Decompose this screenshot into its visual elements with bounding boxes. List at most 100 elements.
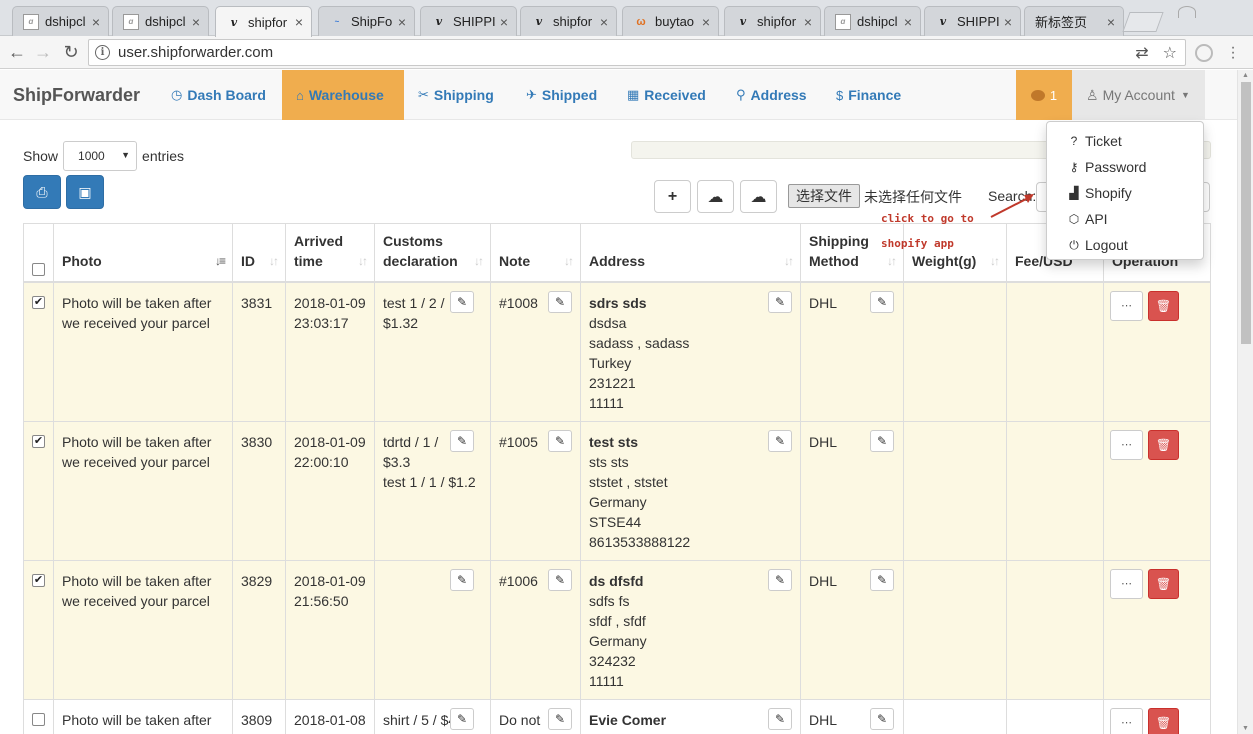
close-tab-icon[interactable]: ×	[1107, 14, 1115, 30]
cloud-upload-button[interactable]: ☁	[740, 180, 777, 213]
edit-button[interactable]: ✎	[450, 568, 474, 591]
close-tab-icon[interactable]: ×	[804, 14, 812, 30]
scroll-down-icon[interactable]: ▼	[1242, 725, 1249, 732]
nav-warehouse[interactable]: ⌂ Warehouse	[282, 70, 404, 120]
photo-cell: Photo will be taken after we received yo…	[53, 420, 233, 561]
browser-tab[interactable]: v SHIPPI ×	[420, 6, 517, 36]
nav-dashboard[interactable]: ◷ Dash Board	[157, 70, 280, 120]
close-tab-icon[interactable]: ×	[92, 14, 100, 30]
comment-button[interactable]: ⋯	[1110, 707, 1143, 734]
nav-received[interactable]: ▦ Received	[613, 70, 720, 120]
my-account-dropdown[interactable]: ♙ My Account ▼	[1072, 70, 1205, 120]
header-photo[interactable]: Photo ↓≡	[53, 223, 233, 283]
edit-button[interactable]: ✎	[548, 429, 572, 452]
add-button[interactable]: +	[654, 180, 691, 213]
browser-tab[interactable]: v SHIPPI ×	[924, 6, 1021, 36]
comment-button[interactable]: ⋯	[1110, 290, 1143, 321]
browser-tab[interactable]: v shipfor ×	[215, 6, 312, 37]
comment-button[interactable]: ⋯	[1110, 429, 1143, 460]
browser-menu-icon[interactable]: · · ·	[1228, 40, 1238, 66]
close-tab-icon[interactable]: ×	[295, 14, 303, 30]
nav-shipping-label: Shipping	[433, 87, 494, 103]
browser-tab[interactable]: 新标签页 ×	[1024, 6, 1124, 36]
scroll-up-icon[interactable]: ▲	[1242, 72, 1249, 79]
nav-finance[interactable]: $ Finance	[822, 70, 915, 120]
close-tab-icon[interactable]: ×	[1004, 14, 1012, 30]
close-tab-icon[interactable]: ×	[192, 14, 200, 30]
browser-tab[interactable]: ~ ShipFo ×	[318, 6, 415, 36]
delete-button[interactable]: 🗑	[1148, 568, 1179, 599]
forward-arrow-icon[interactable]: →	[32, 41, 54, 63]
back-arrow-icon[interactable]: ←	[6, 41, 28, 63]
edit-button[interactable]: ✎	[548, 290, 572, 313]
nav-address[interactable]: ⚲ Address	[722, 70, 821, 120]
edit-button[interactable]: ✎	[768, 707, 792, 730]
select-all-checkbox[interactable]	[32, 262, 45, 276]
cloud-download-button[interactable]: ☁	[697, 180, 734, 213]
menu-item-shopify[interactable]: ▟ Shopify	[1047, 180, 1203, 206]
menu-item-password[interactable]: ⚷ Password	[1047, 154, 1203, 180]
entries-select[interactable]: 1000 ▼	[63, 141, 138, 171]
row-checkbox[interactable]: ✔	[32, 295, 45, 309]
scrollbar-thumb[interactable]	[1241, 82, 1251, 344]
edit-button[interactable]: ✎	[870, 290, 894, 313]
extension-icon[interactable]	[1195, 44, 1213, 62]
new-tab-button[interactable]	[1122, 12, 1164, 32]
menu-item-logout[interactable]: ⏻ Logout	[1047, 232, 1203, 258]
arrived-time: 2018-01-09 22:00:10	[294, 433, 366, 470]
close-tab-icon[interactable]: ×	[904, 14, 912, 30]
edit-button[interactable]: ✎	[450, 707, 474, 730]
close-tab-icon[interactable]: ×	[600, 14, 608, 30]
reload-icon[interactable]: ↻	[60, 41, 82, 63]
close-tab-icon[interactable]: ×	[398, 14, 406, 30]
page-scrollbar[interactable]: ▲ ▼	[1237, 70, 1253, 734]
edit-button[interactable]: ✎	[870, 429, 894, 452]
delete-button[interactable]: 🗑	[1148, 429, 1179, 460]
edit-button[interactable]: ✎	[768, 568, 792, 591]
messages-button[interactable]: 1	[1016, 70, 1072, 120]
edit-button[interactable]: ✎	[768, 429, 792, 452]
row-checkbox[interactable]: ✔	[32, 434, 45, 448]
edit-button[interactable]: ✎	[450, 290, 474, 313]
translate-icon[interactable]: ⇄	[1135, 43, 1148, 63]
info-icon[interactable]: i	[95, 45, 110, 60]
menu-item-api[interactable]: ⬡ API	[1047, 206, 1203, 232]
edit-button[interactable]: ✎	[768, 290, 792, 313]
comment-button[interactable]: ⋯	[1110, 568, 1143, 599]
row-checkbox[interactable]: ✔	[32, 573, 45, 587]
header-id[interactable]: ID ↓↑	[232, 223, 286, 283]
choose-file-button[interactable]: 选择文件	[788, 184, 860, 208]
header-weight[interactable]: Weight(g) ↓↑	[903, 223, 1007, 283]
browser-tab[interactable]: ω buytao ×	[622, 6, 719, 36]
edit-button[interactable]: ✎	[870, 568, 894, 591]
nav-shipping[interactable]: ✂ Shipping	[404, 70, 508, 120]
header-customs[interactable]: Customs declaration ↓↑	[374, 223, 491, 283]
export-excel-button[interactable]: ▣	[66, 175, 104, 209]
bookmark-star-icon[interactable]: ☆	[1163, 43, 1177, 63]
browser-tab[interactable]: ɑ dshipcl ×	[12, 6, 109, 36]
edit-button[interactable]: ✎	[548, 568, 572, 591]
header-arrived[interactable]: Arrived time ↓↑	[285, 223, 375, 283]
nav-shipped[interactable]: ✈ Shipped	[512, 70, 611, 120]
browser-tab[interactable]: ɑ dshipcl ×	[824, 6, 921, 36]
brand-logo[interactable]: ShipForwarder	[13, 85, 140, 106]
delete-button[interactable]: 🗑	[1148, 707, 1179, 734]
delete-button[interactable]: 🗑	[1148, 290, 1179, 321]
edit-button[interactable]: ✎	[870, 707, 894, 730]
browser-profile-icon[interactable]	[1178, 6, 1196, 18]
browser-tab[interactable]: v shipfor ×	[724, 6, 821, 36]
header-address[interactable]: Address ↓↑	[580, 223, 801, 283]
close-tab-icon[interactable]: ×	[702, 14, 710, 30]
menu-item-ticket[interactable]: ? Ticket	[1047, 128, 1203, 154]
note-cell: Do not open th ✎	[490, 698, 581, 734]
row-checkbox[interactable]	[32, 712, 45, 726]
header-note[interactable]: Note ↓↑	[490, 223, 581, 283]
url-field[interactable]: i user.shipforwarder.com ⇄ ☆	[88, 39, 1186, 66]
browser-tab[interactable]: ɑ dshipcl ×	[112, 6, 209, 36]
close-tab-icon[interactable]: ×	[500, 14, 508, 30]
edit-button[interactable]: ✎	[450, 429, 474, 452]
header-shipping-method[interactable]: Shipping Method ↓↑	[800, 223, 904, 283]
edit-button[interactable]: ✎	[548, 707, 572, 730]
browser-tab[interactable]: v shipfor ×	[520, 6, 617, 36]
print-button[interactable]: ⎙	[23, 175, 61, 209]
